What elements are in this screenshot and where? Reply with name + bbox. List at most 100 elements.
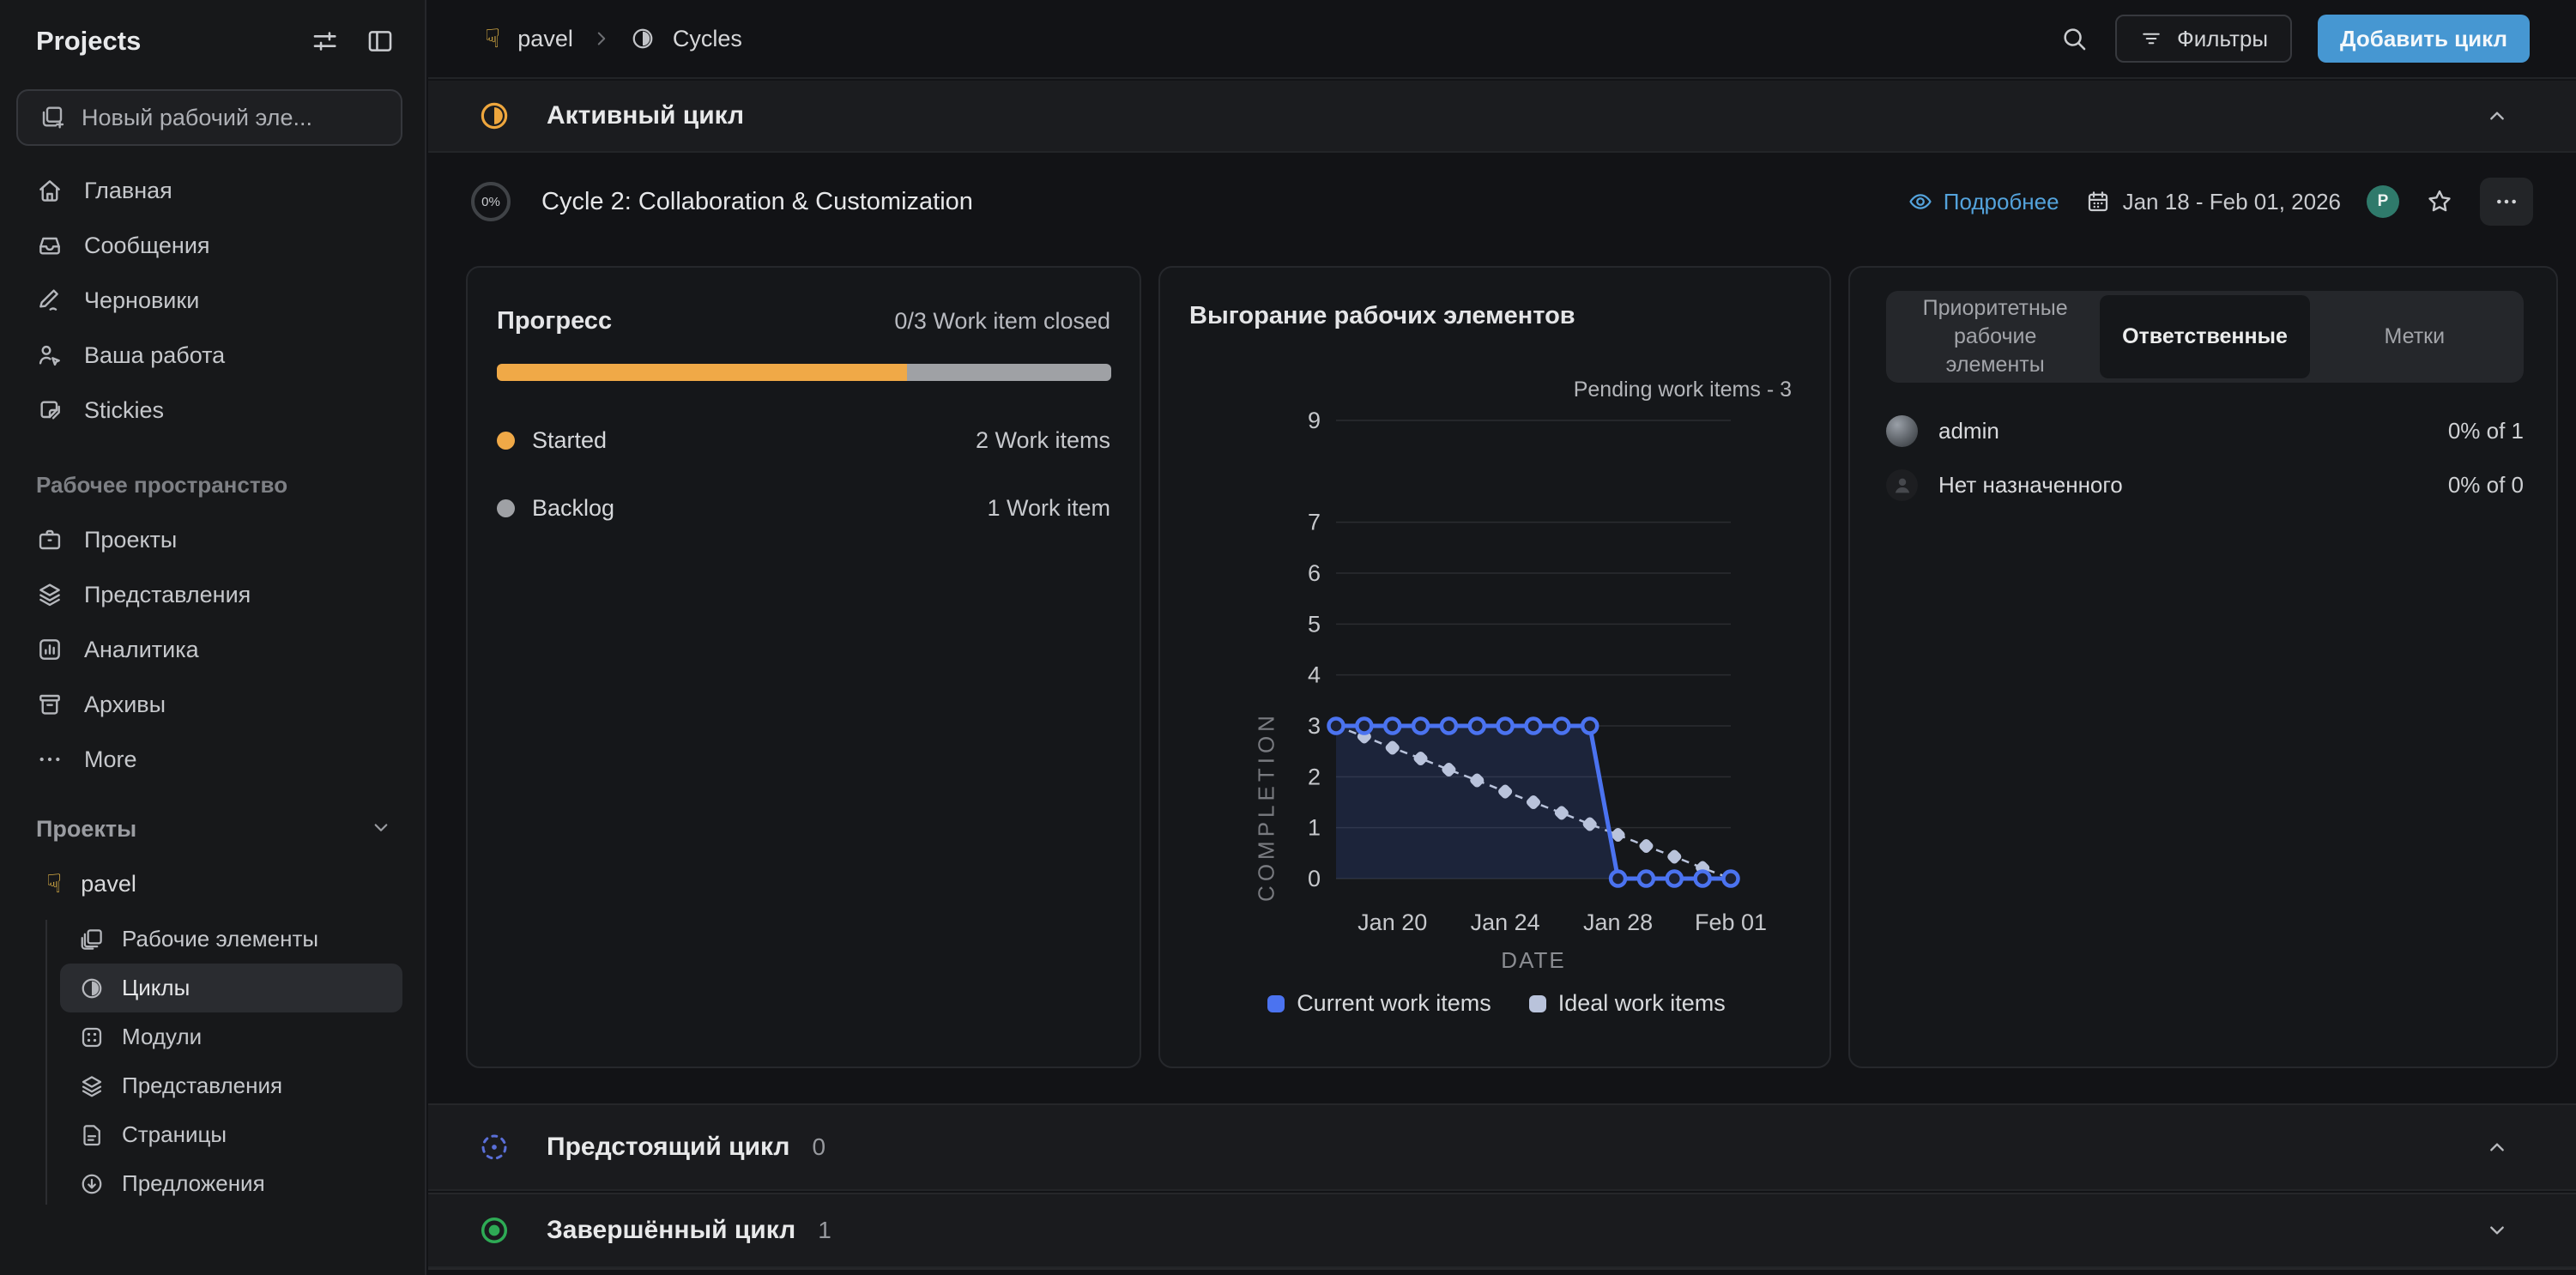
active-cycle-icon (478, 100, 511, 132)
assignee-row[interactable]: admin 0% of 1 (1886, 410, 2524, 451)
page-icon (79, 1122, 105, 1148)
cycle-row[interactable]: 0% Cycle 2: Collaboration & Customizatio… (428, 154, 2576, 249)
sidebar-item-archives[interactable]: Архивы (0, 677, 425, 732)
svg-text:Jan 28: Jan 28 (1583, 909, 1653, 935)
calendar-icon (2085, 189, 2111, 215)
ellipsis-icon (2493, 188, 2520, 215)
filter-lines-icon (2139, 27, 2163, 51)
assignee-row[interactable]: Нет назначенного 0% of 0 (1886, 464, 2524, 505)
intake-circle-arrow-icon (79, 1171, 105, 1197)
cycle-icon (79, 976, 105, 1001)
tab-priority-work-items[interactable]: Приоритетные рабочие элементы (1890, 295, 2100, 378)
project-item-cycles[interactable]: Циклы (60, 964, 402, 1012)
avatar[interactable]: P (2367, 185, 2399, 218)
progress-bar-segment (907, 364, 1111, 381)
archive-box-icon (36, 691, 63, 718)
svg-text:1: 1 (1308, 815, 1321, 841)
bottom-strip (428, 1268, 2576, 1275)
y-axis-label: COMPLETION (1254, 711, 1280, 902)
collapse-sidebar-icon[interactable] (365, 26, 396, 57)
sidebar-item-drafts[interactable]: Черновики (0, 273, 425, 328)
cycle-details-card: Приоритетные рабочие элементы Ответствен… (1848, 266, 2558, 1068)
star-icon[interactable] (2425, 187, 2454, 216)
svg-text:7: 7 (1308, 510, 1321, 535)
cycle-details-link[interactable]: Подробнее (1908, 189, 2059, 215)
new-work-item-icon (39, 104, 66, 131)
project-nav: Рабочие элементы Циклы Модули Представле… (60, 915, 402, 1208)
upcoming-cycle-section-header[interactable]: Предстоящий цикл 0 (428, 1103, 2576, 1191)
briefcase-icon (36, 526, 63, 553)
project-item-work-items[interactable]: Рабочие элементы (60, 915, 402, 964)
project-item-views[interactable]: Представления (60, 1061, 402, 1110)
workspace-section-label: Рабочее пространство (36, 472, 287, 499)
completed-cycle-count: 1 (818, 1217, 831, 1244)
filters-button[interactable]: Фильтры (2115, 15, 2292, 63)
pen-icon (36, 287, 63, 314)
burndown-chart: 012345679Jan 20Jan 24Jan 28Feb 01 (1160, 268, 1833, 1070)
inbox-icon (36, 232, 63, 259)
progress-legend-started: Started 2 Work items (497, 423, 1110, 457)
avatar (1886, 415, 1918, 447)
breadcrumb: ☟ pavel Cycles (428, 24, 742, 54)
layers-icon (36, 581, 63, 608)
project-emoji-icon: ☟ (46, 869, 62, 899)
preferences-sliders-icon[interactable] (310, 26, 341, 57)
search-icon[interactable] (2059, 23, 2089, 54)
app-root: Projects Новый рабочий эле... Главная (0, 0, 2576, 1275)
progress-card-title: Прогресс (497, 307, 612, 335)
layers-icon (79, 1073, 105, 1099)
breadcrumb-page[interactable]: Cycles (673, 26, 742, 52)
cycle-title[interactable]: Cycle 2: Collaboration & Customization (541, 188, 973, 216)
sidebar-item-your-work[interactable]: Ваша работа (0, 328, 425, 383)
chevron-down-icon (368, 814, 394, 844)
details-tabbar: Приоритетные рабочие элементы Ответствен… (1886, 291, 2524, 383)
chart-legend-item: Ideal work items (1529, 990, 1726, 1017)
svg-text:2: 2 (1308, 764, 1321, 789)
svg-text:Feb 01: Feb 01 (1695, 909, 1767, 935)
started-dot (497, 432, 515, 450)
upcoming-cycle-icon (478, 1131, 511, 1163)
breadcrumb-project[interactable]: pavel (517, 26, 573, 52)
chevron-right-icon (590, 27, 613, 50)
sidebar-header: Projects (36, 26, 396, 57)
chevron-up-icon[interactable] (2483, 102, 2511, 130)
sidebar: Projects Новый рабочий эле... Главная (0, 0, 426, 1275)
sidebar-item-inbox[interactable]: Сообщения (0, 218, 425, 273)
new-work-item-button[interactable]: Новый рабочий эле... (16, 89, 402, 146)
active-cycle-section-header[interactable]: Активный цикл (428, 81, 2576, 153)
more-dots-icon (36, 746, 63, 773)
chart-legend-item: Current work items (1267, 990, 1491, 1017)
legend-color-chip (1267, 995, 1285, 1012)
projects-section-header[interactable]: Проекты (36, 805, 394, 853)
progress-bar-segment (497, 364, 907, 381)
sidebar-item-views[interactable]: Представления (0, 567, 425, 622)
project-emoji-icon: ☟ (485, 24, 500, 54)
sidebar-item-stickies[interactable]: Stickies (0, 383, 425, 438)
chevron-down-icon[interactable] (2483, 1217, 2511, 1244)
tab-assignees[interactable]: Ответственные (2100, 295, 2309, 378)
new-work-item-label: Новый рабочий эле... (82, 105, 312, 131)
legend-color-chip (1529, 995, 1546, 1012)
cycle-more-menu-button[interactable] (2480, 178, 2533, 226)
sidebar-item-more[interactable]: More (0, 732, 425, 787)
project-item-pages[interactable]: Страницы (60, 1110, 402, 1159)
sidebar-item-home[interactable]: Главная (0, 163, 425, 218)
cycle-date-range[interactable]: Jan 18 - Feb 01, 2026 (2085, 189, 2341, 215)
svg-text:6: 6 (1308, 560, 1321, 586)
workspace-nav: Проекты Представления Аналитика Архивы M… (0, 512, 425, 787)
backlog-dot (497, 499, 515, 517)
sidebar-item-projects[interactable]: Проекты (0, 512, 425, 567)
sidebar-item-analytics[interactable]: Аналитика (0, 622, 425, 677)
chevron-up-icon[interactable] (2483, 1133, 2511, 1161)
tab-labels[interactable]: Метки (2310, 295, 2519, 378)
user-icon (36, 341, 63, 369)
project-item-modules[interactable]: Модули (60, 1012, 402, 1061)
progress-legend-backlog: Backlog 1 Work item (497, 491, 1110, 525)
project-item-intake[interactable]: Предложения (60, 1159, 402, 1208)
completed-cycle-section-header[interactable]: Завершённый цикл 1 (428, 1193, 2576, 1268)
chart-legend: Current work items Ideal work items (1160, 990, 1833, 1017)
sidebar-project-pavel[interactable]: ☟ pavel (26, 858, 402, 909)
add-cycle-button[interactable]: Добавить цикл (2318, 15, 2530, 63)
cycle-icon (630, 26, 656, 51)
upcoming-cycle-count: 0 (813, 1133, 826, 1161)
